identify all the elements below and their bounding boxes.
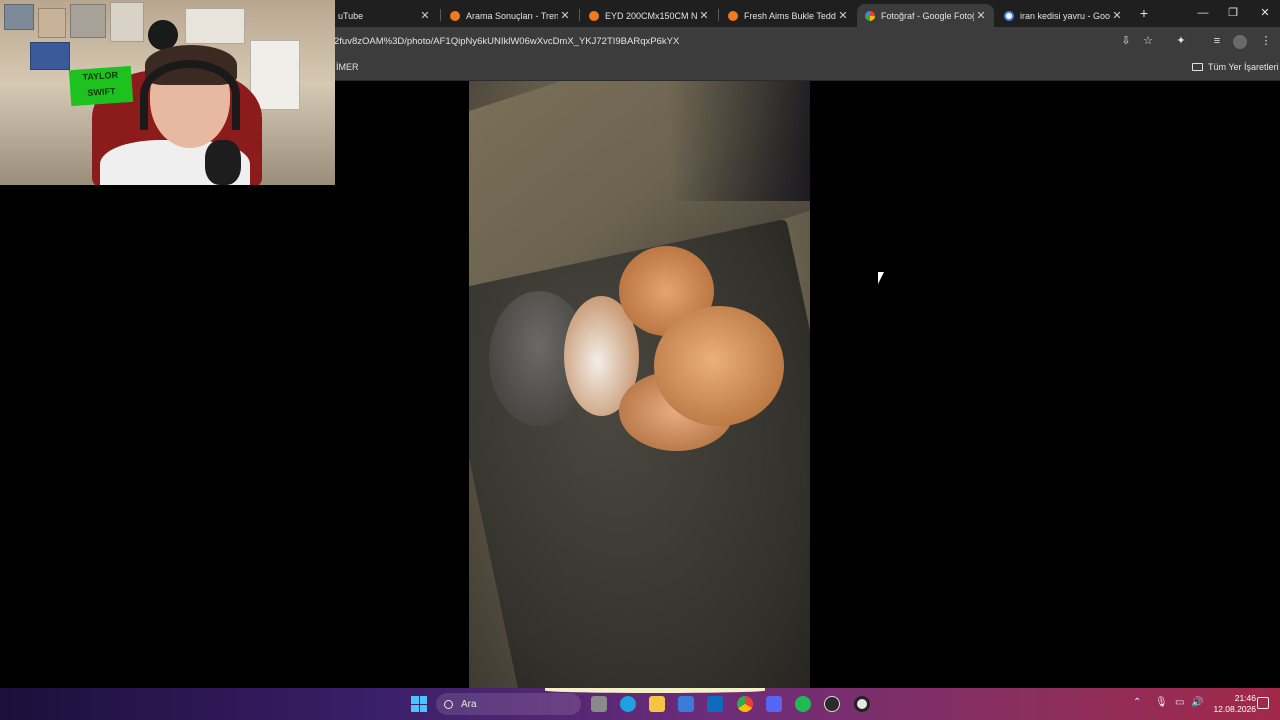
taylor-swift-sign: TAYLOR SWIFT bbox=[68, 65, 134, 107]
wall-poster bbox=[38, 8, 66, 38]
all-bookmarks-button[interactable]: Tüm Yer İşaretleri bbox=[1192, 62, 1279, 72]
close-window-button[interactable]: ✕ bbox=[1250, 4, 1280, 22]
bookmark-item[interactable]: İMER bbox=[336, 62, 359, 72]
webcam-app-icon[interactable] bbox=[854, 696, 870, 712]
webcam-overlay: TAYLOR SWIFT bbox=[0, 0, 335, 185]
tab-google-photos[interactable]: Fotoğraf - Google Fotoğ ✕ bbox=[857, 4, 994, 27]
shelf bbox=[250, 40, 300, 110]
headset bbox=[140, 60, 240, 130]
trendyol-favicon-icon bbox=[589, 10, 599, 21]
tab-divider bbox=[440, 9, 441, 21]
notification-icon[interactable] bbox=[1257, 697, 1269, 709]
windows-logo-icon bbox=[419, 696, 427, 704]
google-photos-favicon-icon bbox=[865, 10, 875, 21]
close-tab-icon[interactable]: ✕ bbox=[836, 9, 850, 22]
media-control-icon[interactable]: ≡ bbox=[1210, 34, 1224, 48]
wall-poster bbox=[185, 8, 245, 44]
chrome-icon[interactable] bbox=[737, 696, 753, 712]
outlook-icon[interactable] bbox=[707, 696, 723, 712]
tab-trendyol-search[interactable]: Arama Sonuçları - Trendy ✕ bbox=[442, 4, 578, 27]
close-tab-icon[interactable]: ✕ bbox=[558, 9, 572, 22]
tab-title: iran kedisi yavru - Google bbox=[1020, 10, 1110, 21]
mouse-cursor-icon bbox=[878, 272, 884, 284]
spotify-icon[interactable] bbox=[795, 696, 811, 712]
windows-logo-icon bbox=[411, 704, 419, 712]
bookmark-star-icon[interactable]: ☆ bbox=[1141, 34, 1155, 48]
url-field[interactable]: 2fuv8zOAM%3D/photo/AF1QipNy6kUNIklW06wXv… bbox=[334, 36, 679, 47]
restore-button[interactable]: ❐ bbox=[1218, 4, 1248, 22]
microphone bbox=[205, 140, 241, 185]
tab-fresh-aims[interactable]: Fresh Aims Bukle Teddy/E ✕ bbox=[720, 4, 856, 27]
windows-taskbar: Ara ⌃ 🎙 ▭ 🔊 21:46 12.08.2026 bbox=[0, 688, 1280, 720]
trendyol-favicon-icon bbox=[450, 10, 460, 21]
obs-icon[interactable] bbox=[824, 696, 840, 712]
show-hidden-icons-chevron-icon[interactable]: ⌃ bbox=[1133, 697, 1141, 708]
trendyol-favicon-icon bbox=[728, 10, 738, 21]
minimize-button[interactable]: — bbox=[1188, 4, 1218, 22]
tab-title: Fotoğraf - Google Fotoğ bbox=[881, 10, 974, 21]
taskbar-glow bbox=[545, 688, 765, 693]
close-tab-icon[interactable]: ✕ bbox=[418, 9, 432, 22]
taskbar-search[interactable]: Ara bbox=[436, 693, 581, 715]
close-tab-icon[interactable]: ✕ bbox=[1110, 9, 1124, 22]
microphone-icon[interactable]: 🎙 bbox=[1155, 697, 1168, 708]
store-icon[interactable] bbox=[678, 696, 694, 712]
windows-logo-icon bbox=[419, 704, 427, 712]
tab-eyd-rug[interactable]: EYD 200CMx150CM Nakk ✕ bbox=[581, 4, 717, 27]
orange-kitten bbox=[654, 306, 784, 426]
tab-title: uTube bbox=[338, 10, 364, 21]
start-button[interactable] bbox=[411, 696, 427, 712]
tab-title: Arama Sonuçları - Trendy bbox=[466, 10, 558, 21]
screen: uTube ✕ Arama Sonuçları - Trendy ✕ EYD 2… bbox=[0, 0, 1280, 720]
photo-viewer-image[interactable] bbox=[469, 81, 810, 688]
tab-title: Fresh Aims Bukle Teddy/E bbox=[744, 10, 836, 21]
menu-kebab-icon[interactable]: ⋮ bbox=[1259, 34, 1273, 48]
tab-divider bbox=[718, 9, 719, 21]
clock-date: 12.08.2026 bbox=[1213, 704, 1256, 714]
search-icon bbox=[444, 699, 453, 709]
all-bookmarks-label: Tüm Yer İşaretleri bbox=[1208, 62, 1279, 72]
install-app-icon[interactable]: ⇩ bbox=[1119, 34, 1133, 48]
taskbar-clock[interactable]: 21:46 12.08.2026 bbox=[1208, 693, 1256, 715]
profile-avatar[interactable] bbox=[1233, 35, 1247, 49]
search-label: Ara bbox=[461, 698, 477, 710]
file-explorer-icon[interactable] bbox=[591, 696, 607, 712]
photo-shadow bbox=[669, 81, 810, 201]
new-tab-button[interactable]: + bbox=[1136, 5, 1152, 21]
close-tab-icon[interactable]: ✕ bbox=[974, 9, 988, 22]
wall-poster bbox=[4, 4, 34, 30]
volume-icon[interactable]: 🔊 bbox=[1191, 697, 1203, 708]
extensions-icon[interactable]: ✦ bbox=[1174, 34, 1188, 48]
wall-poster bbox=[110, 2, 144, 42]
folder-icon[interactable] bbox=[649, 696, 665, 712]
clock-time: 21:46 bbox=[1234, 693, 1256, 703]
discord-icon[interactable] bbox=[766, 696, 782, 712]
google-favicon-icon bbox=[1004, 10, 1014, 21]
close-tab-icon[interactable]: ✕ bbox=[697, 9, 711, 22]
windows-logo-icon bbox=[411, 696, 419, 704]
folder-icon bbox=[1192, 63, 1203, 71]
tab-youtube[interactable]: uTube ✕ bbox=[330, 4, 438, 27]
wall-poster bbox=[30, 42, 70, 70]
tab-google-search[interactable]: iran kedisi yavru - Google ✕ bbox=[996, 4, 1130, 27]
network-icon[interactable]: ▭ bbox=[1175, 697, 1184, 708]
edge-icon[interactable] bbox=[620, 696, 636, 712]
wall-poster bbox=[70, 4, 106, 38]
tab-title: EYD 200CMx150CM Nakk bbox=[605, 10, 697, 21]
tab-divider bbox=[579, 9, 580, 21]
